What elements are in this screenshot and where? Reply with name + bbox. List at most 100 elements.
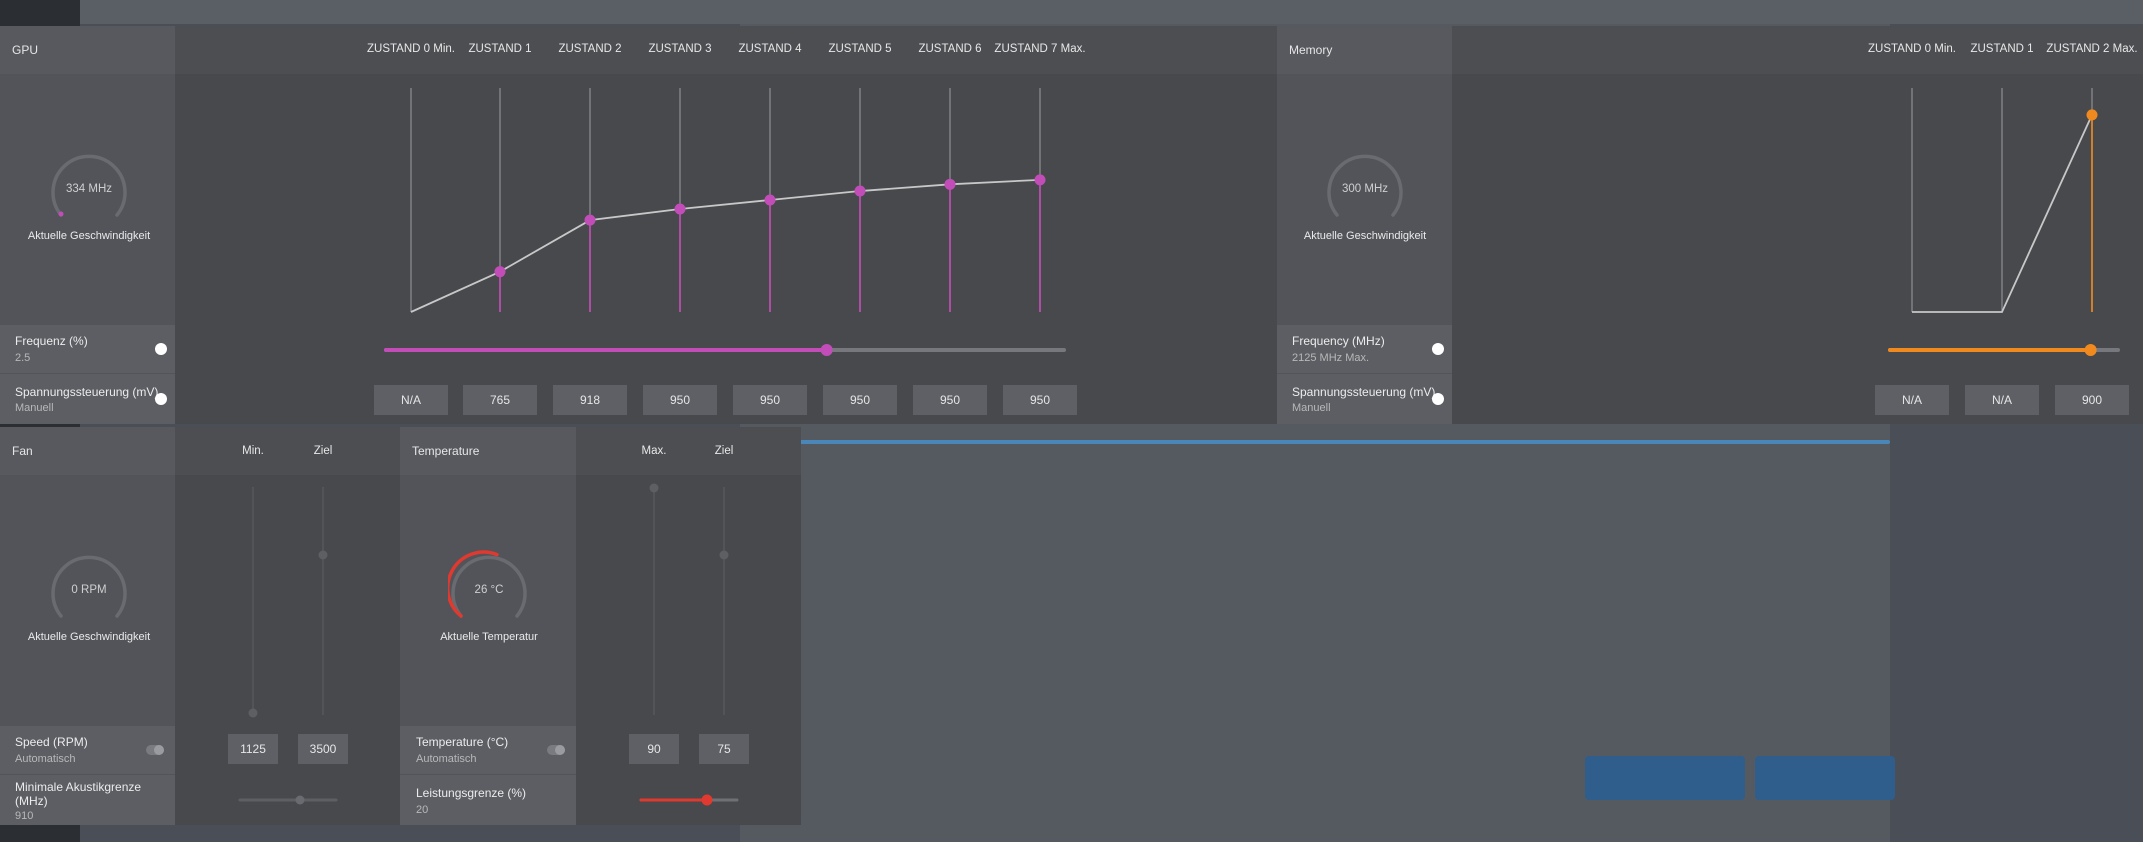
memory-voltage-label: Spannungssteuerung (mV): [1292, 385, 1436, 399]
temp-target-input[interactable]: 75: [699, 734, 749, 764]
gpu-gauge-value: 334 MHz: [65, 183, 113, 195]
memory-frequency-slider[interactable]: [1884, 340, 2124, 360]
gpu-title: GPU: [12, 43, 39, 57]
fan-acoustic-label: Minimale Akustikgrenze (MHz): [15, 780, 142, 808]
chart-point-2: [2086, 109, 2098, 121]
temp-label: Temperature (°C): [416, 735, 509, 749]
memory-gauge-value: 300 MHz: [1341, 183, 1389, 195]
memory-voltage-input-2[interactable]: 900: [2055, 385, 2129, 415]
gpu-gauge-caption: Aktuelle Geschwindigkeit: [27, 230, 151, 242]
fan-col-min: Min.: [242, 445, 264, 457]
fan-col-target: Ziel: [313, 445, 333, 457]
background-topbar: [0, 0, 2143, 24]
chart-point-5: [854, 185, 866, 197]
fan-gauge-caption: Aktuelle Geschwindigkeit: [27, 631, 151, 643]
gpu-voltage-input-0[interactable]: N/A: [374, 385, 448, 415]
memory-frequency-value: 2125 MHz Max.: [1292, 352, 1370, 364]
gpu-voltage-input-6[interactable]: 950: [913, 385, 987, 415]
fan-columns-header: [175, 427, 400, 475]
background-divider: [770, 440, 1890, 444]
memory-state-header-1: ZUSTAND 1: [1970, 43, 2034, 55]
memory-voltage-row: [1277, 374, 1452, 424]
memory-title: Memory: [1289, 43, 1333, 57]
memory-frequency-chart: [1911, 88, 2098, 313]
chart-point-7: [1034, 174, 1046, 186]
temp-gauge-caption: Aktuelle Temperatur: [440, 631, 538, 643]
power-limit-slider[interactable]: [639, 790, 739, 810]
gpu-state-header-0: ZUSTAND 0 Min.: [367, 43, 455, 55]
chart-point-1: [494, 266, 506, 278]
gpu-voltage-input-1[interactable]: 765: [463, 385, 537, 415]
temp-title: Temperature: [412, 444, 480, 458]
chart-point-2: [584, 214, 596, 226]
gpu-frequency-row: [0, 325, 175, 373]
temp-mode: Automatisch: [416, 753, 477, 765]
gpu-voltage-label: Spannungssteuerung (mV): [15, 385, 159, 399]
memory-state-header-0: ZUSTAND 0 Min.: [1868, 43, 1956, 55]
gpu-voltage-input-5[interactable]: 950: [823, 385, 897, 415]
gpu-voltage-input-2[interactable]: 918: [553, 385, 627, 415]
gpu-voltage-input-4[interactable]: 950: [733, 385, 807, 415]
gpu-voltage-input-7[interactable]: 950: [1003, 385, 1077, 415]
temp-columns-header: [576, 427, 801, 475]
gpu-states-header: [175, 26, 1277, 74]
gpu-frequency-label: Frequenz (%): [15, 334, 88, 348]
chart-point-4: [764, 194, 776, 206]
fan-title: Fan: [12, 444, 33, 458]
fan-min-handle: [248, 708, 258, 718]
memory-voltage-mode: Manuell: [1292, 402, 1331, 414]
memory-gauge-caption: Aktuelle Geschwindigkeit: [1303, 230, 1427, 242]
gpu-frequency-toggle[interactable]: [155, 343, 167, 355]
gpu-voltage-mode: Manuell: [15, 402, 54, 414]
gpu-state-header-4: ZUSTAND 4: [738, 43, 802, 55]
fan-acoustic-slider[interactable]: [238, 790, 338, 810]
memory-voltage-toggle[interactable]: [1432, 393, 1444, 405]
temp-col-max: Max.: [641, 445, 667, 457]
memory-voltage-input-0[interactable]: N/A: [1875, 385, 1949, 415]
fan-curve-sliders[interactable]: [175, 475, 400, 725]
temp-curve-sliders[interactable]: [576, 475, 801, 725]
fan-min-input[interactable]: 1125: [228, 734, 278, 764]
gpu-state-header-5: ZUSTAND 5: [828, 43, 892, 55]
memory-frequency-label: Frequency (MHz): [1292, 334, 1385, 348]
power-limit-row: [400, 775, 576, 825]
temp-gauge-value: 26 °C: [474, 584, 504, 596]
power-limit-label: Leistungsgrenze (%): [416, 786, 527, 800]
gpu-voltage-input-3[interactable]: 950: [643, 385, 717, 415]
memory-frequency-toggle[interactable]: [1432, 343, 1444, 355]
fan-gauge-value: 0 RPM: [71, 584, 107, 596]
memory-frequency-row: [1277, 325, 1452, 373]
gpu-slider-handle: [820, 344, 833, 356]
gpu-frequency-slider[interactable]: [380, 340, 1080, 360]
gpu-state-header-3: ZUSTAND 3: [648, 43, 712, 55]
gpu-state-header-6: ZUSTAND 6: [918, 43, 982, 55]
gpu-voltage-row: [0, 374, 175, 424]
chart-curve: [410, 178, 1041, 313]
gpu-state-header-2: ZUSTAND 2: [558, 43, 622, 55]
chart-point-3: [674, 203, 686, 215]
temp-col-target: Ziel: [714, 445, 734, 457]
power-limit-value: 20: [416, 804, 429, 816]
memory-voltage-input-1[interactable]: N/A: [1965, 385, 2039, 415]
gpu-frequency-chart: [410, 88, 1046, 313]
fan-speed-toggle[interactable]: [146, 745, 164, 755]
gpu-state-header-7: ZUSTAND 7 Max.: [994, 43, 1086, 55]
background-button-2: [1755, 756, 1895, 800]
fan-acoustic-value: 910: [15, 810, 34, 822]
memory-states-header: [1452, 26, 2143, 74]
temp-toggle[interactable]: [547, 745, 565, 755]
temp-target-handle: [719, 550, 729, 560]
background-button: [1585, 756, 1745, 800]
chart-point-6: [944, 178, 956, 190]
fan-speed-mode: Automatisch: [15, 753, 76, 765]
fan-target-input[interactable]: 3500: [298, 734, 348, 764]
memory-state-header-2: ZUSTAND 2 Max.: [2046, 43, 2138, 55]
gpu-voltage-toggle[interactable]: [155, 393, 167, 405]
gpu-frequency-value: 2.5: [15, 352, 31, 364]
temp-max-input[interactable]: 90: [629, 734, 679, 764]
gpu-state-header-1: ZUSTAND 1: [468, 43, 532, 55]
fan-speed-label: Speed (RPM): [15, 735, 88, 749]
temp-max-handle: [649, 483, 659, 493]
fan-target-handle: [318, 550, 328, 560]
memory-slider-handle: [2084, 344, 2097, 356]
